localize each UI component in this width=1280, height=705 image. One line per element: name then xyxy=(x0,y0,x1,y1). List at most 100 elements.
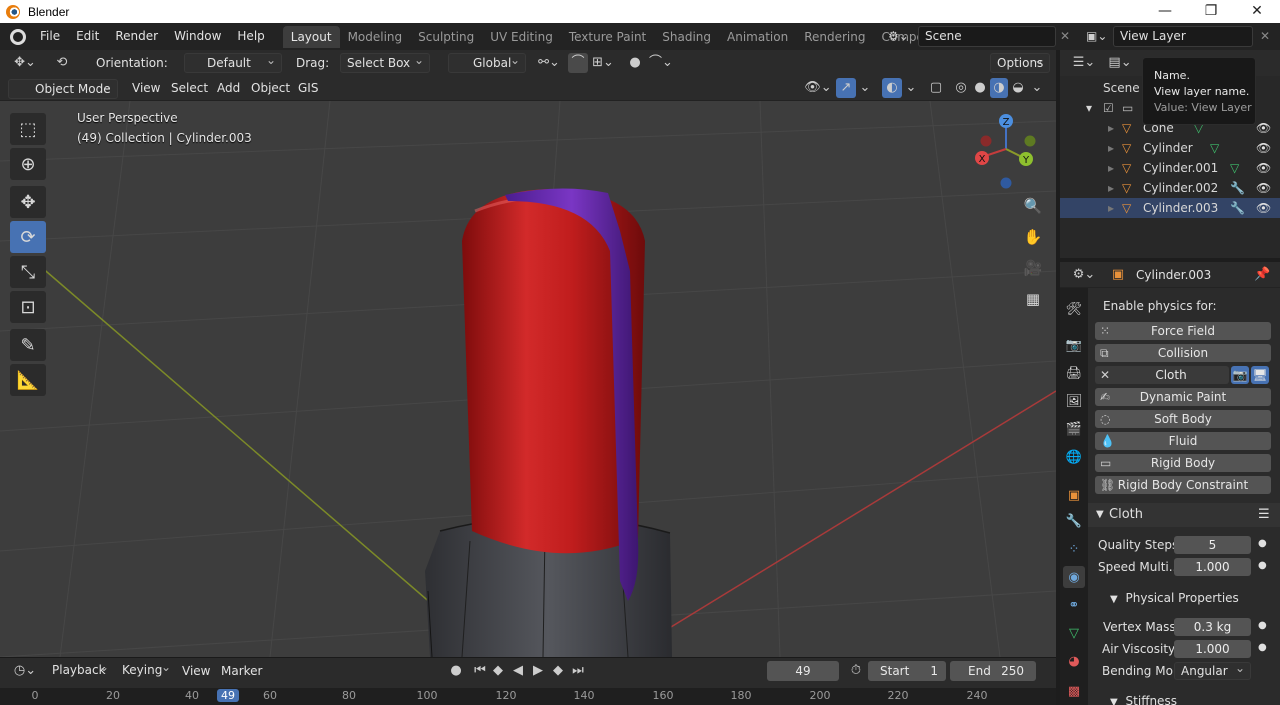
outliner-item-cylinder-001[interactable]: ▸ ▽ Cylinder.001 ▽ 👁 xyxy=(1060,158,1280,178)
rigid-body-button[interactable]: ▭ Rigid Body xyxy=(1095,454,1271,472)
falloff-icon[interactable]: ⌒⌄ xyxy=(646,53,676,73)
view-layer-tab-icon[interactable]: 🖼 xyxy=(1063,390,1085,412)
view-layer-remove-icon[interactable]: ✕ xyxy=(1260,23,1270,50)
ruler-current-frame[interactable]: 49 xyxy=(217,689,239,702)
cloth-remove-icon[interactable]: ✕ xyxy=(1100,366,1110,384)
dynamic-paint-button[interactable]: ✍ Dynamic Paint xyxy=(1095,388,1271,406)
wrench-modifier-icon[interactable]: 🔧 xyxy=(1230,198,1245,218)
navigation-gizmo[interactable]: Z X Y xyxy=(975,114,1036,189)
drag-dropdown[interactable]: Select Box xyxy=(340,51,430,73)
modifiers-tab-icon[interactable]: 🔧 xyxy=(1063,510,1085,532)
annotate-tool-icon[interactable]: ✎ xyxy=(10,329,46,361)
object-data-tab-icon[interactable]: ▽ xyxy=(1063,622,1085,644)
play-reverse-icon[interactable]: ◀ xyxy=(510,661,526,681)
constraints-tab-icon[interactable]: ⚭ xyxy=(1063,594,1085,616)
animate-dot-icon[interactable]: ● xyxy=(1258,642,1267,653)
outliner-item-cylinder-003[interactable]: ▸ ▽ Cylinder.003 🔧 👁 xyxy=(1060,198,1280,218)
pin-icon[interactable]: 📌 xyxy=(1254,265,1270,285)
overlays-toggle-icon[interactable]: ◐ xyxy=(882,78,902,98)
cloth-button[interactable]: ✕ Cloth xyxy=(1095,366,1229,384)
cloth-panel-header[interactable]: ▼ Cloth ☰ xyxy=(1088,503,1280,527)
cloth-render-toggle-icon[interactable]: 📷 xyxy=(1231,366,1249,384)
jump-keyframe-back-icon[interactable]: ◆ xyxy=(490,661,506,681)
solid-shading-icon[interactable]: ● xyxy=(971,78,989,98)
orientation-dropdown[interactable]: Default xyxy=(184,51,282,73)
cursor-tool-icon[interactable]: ⊕ xyxy=(10,148,46,180)
air-viscosity-field[interactable]: 1.000 xyxy=(1174,640,1251,658)
visibility-eye-icon[interactable]: 👁 xyxy=(1256,118,1271,138)
start-frame-field[interactable]: Start 1 xyxy=(868,661,946,681)
display-mode-icon[interactable]: ▤⌄ xyxy=(1106,53,1134,73)
menu-render[interactable]: Render xyxy=(107,23,166,50)
blender-menu-icon[interactable] xyxy=(10,28,26,45)
overlays-dropdown-icon[interactable]: ⌄ xyxy=(904,78,918,98)
current-frame-field[interactable]: 49 xyxy=(767,661,839,681)
visibility-eye-icon[interactable]: 👁 xyxy=(1256,138,1271,158)
end-frame-field[interactable]: End 250 xyxy=(950,661,1036,681)
outliner-item-cylinder-002[interactable]: ▸ ▽ Cylinder.002 🔧 👁 xyxy=(1060,178,1280,198)
properties-editor-type-icon[interactable]: ⚙⌄ xyxy=(1070,265,1098,285)
pivot-point-icon[interactable]: ⚯⌄ xyxy=(534,53,564,73)
expand-arrow-icon[interactable]: ▸ xyxy=(1108,178,1114,198)
tool-icon[interactable]: ✥⌄ xyxy=(10,53,40,73)
animate-dot-icon[interactable]: ● xyxy=(1258,538,1267,549)
particles-tab-icon[interactable]: ⁘ xyxy=(1063,538,1085,560)
tab-animation[interactable]: Animation xyxy=(719,26,796,48)
material-shading-icon[interactable]: ◑ xyxy=(990,78,1008,98)
material-tab-icon[interactable]: ◕ xyxy=(1063,650,1085,672)
expand-arrow-icon[interactable]: ▸ xyxy=(1108,198,1114,218)
camera-view-icon[interactable]: 🎥 xyxy=(1021,256,1045,280)
menu-window[interactable]: Window xyxy=(166,23,229,50)
stiffness-header[interactable]: ▼ Stiffness xyxy=(1110,694,1177,705)
menu-file[interactable]: File xyxy=(32,23,68,50)
shading-dropdown-icon[interactable]: ⌄ xyxy=(1030,78,1044,98)
record-icon[interactable]: ● xyxy=(448,661,464,681)
maximize-button[interactable]: ❐ xyxy=(1188,0,1234,23)
jump-keyframe-forward-icon[interactable]: ◆ xyxy=(550,661,566,681)
snap-target-icon[interactable]: ⊞⌄ xyxy=(590,53,616,73)
rotate-tool-icon[interactable]: ⟳ xyxy=(10,221,46,253)
scene-tab-icon[interactable]: 🎬 xyxy=(1063,418,1085,440)
gizmo-dropdown-icon[interactable]: ⌄ xyxy=(858,78,872,98)
soft-body-button[interactable]: ◌ Soft Body xyxy=(1095,410,1271,428)
exclude-checkbox-icon[interactable]: ☑ xyxy=(1103,98,1114,118)
physics-tab-icon[interactable]: ◉ xyxy=(1063,566,1085,588)
menu-edit[interactable]: Edit xyxy=(68,23,107,50)
tab-shading[interactable]: Shading xyxy=(654,26,719,48)
tab-layout[interactable]: Layout xyxy=(282,25,340,48)
tab-sculpting[interactable]: Sculpting xyxy=(410,26,482,48)
options-dropdown[interactable]: Options xyxy=(990,51,1050,73)
expand-arrow-icon[interactable]: ▸ xyxy=(1108,158,1114,178)
render-tab-icon[interactable]: 📷 xyxy=(1063,334,1085,356)
world-tab-icon[interactable]: 🌐 xyxy=(1063,446,1085,468)
quality-steps-field[interactable]: 5 xyxy=(1174,536,1251,554)
animate-dot-icon[interactable]: ● xyxy=(1258,560,1267,571)
output-tab-icon[interactable]: 🖨 xyxy=(1063,362,1085,384)
rigid-body-constraint-button[interactable]: ⛓ Rigid Body Constraint xyxy=(1095,476,1271,494)
scale-tool-icon[interactable]: ⤡ xyxy=(10,256,46,288)
minimize-button[interactable]: — xyxy=(1142,0,1188,23)
object-tab-icon[interactable]: ▣ xyxy=(1063,484,1085,506)
keying-menu[interactable]: Keying xyxy=(116,658,176,681)
play-icon[interactable]: ▶ xyxy=(530,661,546,681)
collision-button[interactable]: ⧉ Collision xyxy=(1095,344,1271,362)
force-field-button[interactable]: ⁙ Force Field xyxy=(1095,322,1271,340)
measure-tool-icon[interactable]: 📐 xyxy=(10,364,46,396)
outliner-editor-type-icon[interactable]: ☰⌄ xyxy=(1070,53,1098,73)
viewport-menu-object[interactable]: Object xyxy=(251,81,290,95)
viewport-menu-view[interactable]: View xyxy=(132,81,160,95)
gizmo-toggle-icon[interactable]: ↗ xyxy=(836,78,856,98)
speed-multiplier-field[interactable]: 1.000 xyxy=(1174,558,1251,576)
proportional-edit-icon[interactable]: ● xyxy=(626,53,644,73)
jump-start-icon[interactable]: ⏮ xyxy=(472,661,488,681)
wrench-modifier-icon[interactable]: 🔧 xyxy=(1230,178,1245,198)
playback-menu[interactable]: Playback xyxy=(46,658,114,681)
animate-dot-icon[interactable]: ● xyxy=(1258,620,1267,631)
visibility-eye-icon[interactable]: 👁 xyxy=(1256,158,1271,178)
scene-remove-icon[interactable]: ✕ xyxy=(1060,23,1070,50)
visibility-eye-icon[interactable]: 👁 xyxy=(1256,178,1271,198)
tab-modeling[interactable]: Modeling xyxy=(340,26,411,48)
3d-viewport[interactable]: Z X Y User Perspective (49) Collection |… xyxy=(0,101,1056,657)
active-tool-rotate-icon[interactable]: ⟲ xyxy=(50,53,74,73)
tool-tab-icon[interactable]: 🛠 xyxy=(1063,298,1085,320)
